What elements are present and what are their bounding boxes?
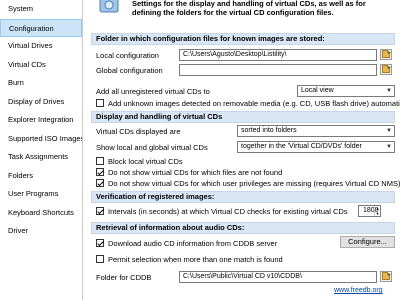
arrow-icon: ▸ [387, 50, 391, 56]
no-show-privileges-checkbox[interactable]: Do not show virtual CDs for which user p… [96, 178, 400, 188]
download-audio-label: Download audio CD information from CDDB … [108, 238, 278, 248]
sidebar-item-configuration[interactable]: Configuration [0, 18, 82, 37]
chevron-down-icon: ▼ [386, 144, 392, 150]
chevron-down-icon: ▼ [386, 128, 392, 134]
sidebar-item-burn[interactable]: Burn [0, 74, 82, 93]
cds-displayed-select[interactable]: sorted into folders ▼ [237, 125, 395, 137]
permit-selection-label: Permit selection when more than one matc… [108, 254, 283, 264]
checkbox-box [96, 157, 104, 165]
browse-global-config-button[interactable]: ▸ [380, 64, 392, 75]
panel-header: Settings for the display and handling of… [84, 0, 400, 16]
local-config-field[interactable]: C:\Users\Agusto\Desktop\Listility\ [179, 49, 377, 61]
no-show-missing-checkbox[interactable]: Do not show virtual CDs for which files … [96, 167, 282, 177]
no-show-missing-label: Do not show virtual CDs for which files … [108, 167, 283, 177]
checkbox-box-checked [96, 168, 104, 176]
checkbox-box-checked [96, 207, 104, 215]
permit-selection-checkbox[interactable]: Permit selection when more than one matc… [96, 254, 283, 264]
sidebar-item-driver[interactable]: Driver [0, 222, 82, 241]
browse-cddb-folder-button[interactable]: ▸ [380, 271, 392, 282]
cddb-folder-label: Folder for CDDB [96, 273, 152, 282]
intervals-spinner[interactable]: 1800 ▲ ▼ [358, 205, 381, 217]
sidebar: System Configuration Virtual Drives Virt… [0, 0, 83, 300]
sidebar-item-virtual-cds[interactable]: Virtual CDs [0, 56, 82, 75]
local-config-label: Local configuration [96, 51, 159, 60]
arrow-icon: ▸ [387, 65, 391, 71]
chevron-down-icon: ▼ [386, 88, 392, 94]
checkbox-box-checked [96, 179, 104, 187]
checkbox-box [96, 99, 104, 107]
sidebar-item-display-of-drives[interactable]: Display of Drives [0, 93, 82, 112]
cds-displayed-value: sorted into folders [241, 127, 297, 134]
add-unknown-checkbox[interactable]: Add unknown images detected on removable… [96, 98, 400, 108]
sidebar-item-virtual-drives[interactable]: Virtual Drives [0, 37, 82, 56]
configure-button[interactable]: Configure... [340, 236, 395, 248]
section-display-handling: Display and handling of virtual CDs [91, 111, 395, 123]
arrow-icon: ▸ [387, 272, 391, 278]
panel-description: Settings for the display and handling of… [132, 0, 366, 17]
sidebar-item-explorer-integration[interactable]: Explorer Integration [0, 111, 82, 130]
sidebar-item-system[interactable]: System [0, 0, 82, 19]
checkbox-box [96, 255, 104, 263]
sidebar-item-folders[interactable]: Folders [0, 167, 82, 186]
checkbox-box-checked [96, 239, 104, 247]
add-unregistered-select[interactable]: Local view ▼ [297, 85, 395, 97]
no-show-privileges-label: Do not show virtual CDs for which user p… [108, 178, 400, 188]
block-local-checkbox[interactable]: Block local virtual CDs [96, 156, 183, 166]
intervals-checkbox[interactable]: Intervals (in seconds) at which Virtual … [96, 206, 348, 216]
show-local-global-select[interactable]: together in the 'Virtual CD/DVDs' folder… [237, 141, 395, 153]
download-audio-checkbox[interactable]: Download audio CD information from CDDB … [96, 238, 277, 248]
configuration-icon [98, 0, 122, 14]
sidebar-item-supported-iso-images[interactable]: Supported ISO Images [0, 130, 82, 149]
section-verification: Verification of registered images: [91, 191, 395, 203]
show-local-global-label: Show local and global virtual CDs [96, 143, 208, 152]
global-config-label: Global configuration [96, 66, 163, 75]
sidebar-item-keyboard-shortcuts[interactable]: Keyboard Shortcuts [0, 204, 82, 223]
add-unregistered-label: Add all unregistered virtual CDs to [96, 87, 210, 96]
global-config-field[interactable] [179, 64, 377, 76]
add-unregistered-value: Local view [301, 87, 334, 94]
add-unknown-label: Add unknown images detected on removable… [108, 98, 400, 108]
browse-local-config-button[interactable]: ▸ [380, 49, 392, 60]
section-config-folder: Folder in which configuration files for … [91, 33, 395, 45]
sidebar-item-user-programs[interactable]: User Programs [0, 185, 82, 204]
block-local-label: Block local virtual CDs [108, 156, 183, 166]
freedb-link[interactable]: www.freedb.org [334, 287, 383, 294]
show-local-global-value: together in the 'Virtual CD/DVDs' folder [241, 143, 362, 150]
settings-panel: Settings for the display and handling of… [84, 0, 400, 300]
cddb-folder-field[interactable]: C:\Users\Public\Virtual CD v10\CDDB\ [179, 271, 377, 283]
cds-displayed-label: Virtual CDs displayed are [96, 127, 181, 136]
section-audio-retrieval: Retrieval of information about audio CDs… [91, 222, 395, 234]
intervals-label: Intervals (in seconds) at which Virtual … [108, 206, 348, 216]
spinner-arrows-icon[interactable]: ▲ ▼ [374, 206, 380, 216]
sidebar-item-task-assignments[interactable]: Task Assignments [0, 148, 82, 167]
